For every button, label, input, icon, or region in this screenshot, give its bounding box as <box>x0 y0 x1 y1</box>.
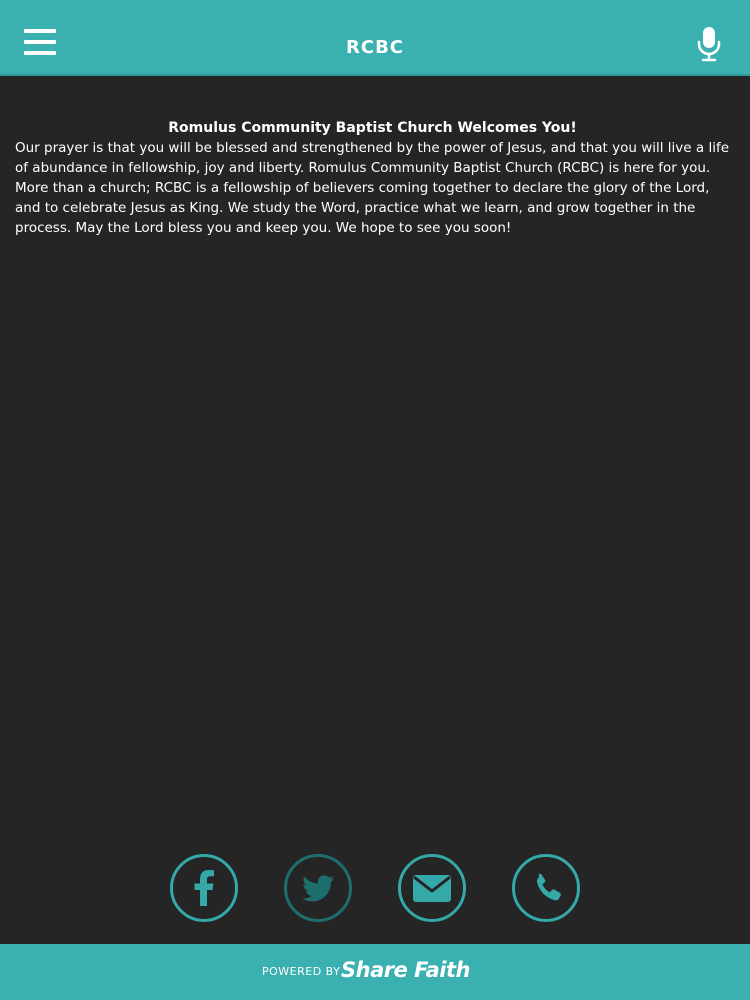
microphone-icon-glyph <box>697 27 721 62</box>
powered-by-label: POWERED BY <box>262 965 341 978</box>
phone-icon <box>536 873 561 901</box>
email-button[interactable] <box>398 854 466 922</box>
twitter-icon <box>302 875 335 902</box>
welcome-message: Our prayer is that you will be blessed a… <box>15 140 730 236</box>
facebook-icon <box>194 870 214 906</box>
email-icon <box>413 875 451 902</box>
footer-bar: POWERED BY Share Faith <box>0 944 750 1000</box>
sharefaith-logo[interactable]: Share Faith <box>341 956 470 984</box>
welcome-section: Romulus Community Baptist Church Welcome… <box>15 118 730 238</box>
twitter-button[interactable] <box>284 854 352 922</box>
top-app-bar: RCBC <box>0 0 750 76</box>
app-title: RCBC <box>346 37 404 58</box>
menu-bar-top <box>24 29 56 33</box>
microphone-icon[interactable] <box>696 26 722 62</box>
app-screen: RCBC Romulus Community Baptist Church We… <box>0 0 750 1000</box>
facebook-button[interactable] <box>170 854 238 922</box>
phone-button[interactable] <box>512 854 580 922</box>
welcome-title: Romulus Community Baptist Church Welcome… <box>168 120 577 136</box>
